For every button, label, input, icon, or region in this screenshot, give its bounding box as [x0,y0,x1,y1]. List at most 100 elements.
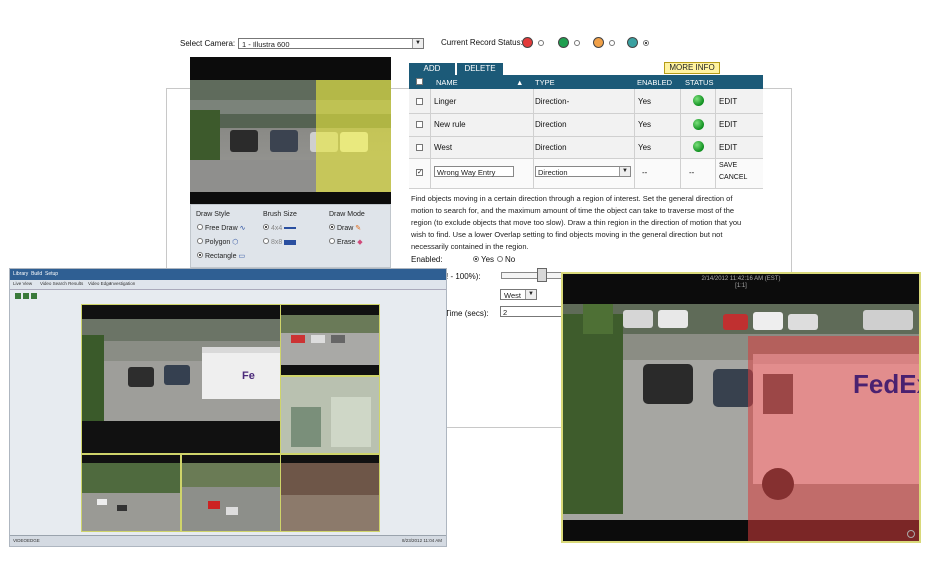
record-status-radio-4[interactable] [643,40,649,46]
rule-type: Direction [535,120,567,129]
more-info-button[interactable]: MORE INFO [664,62,720,74]
free-draw-radio[interactable] [197,224,203,230]
brush-8x8-radio[interactable] [263,238,269,244]
record-status-green-icon [558,37,569,48]
cancel-link[interactable]: CANCEL [719,174,747,181]
chevron-down-icon[interactable]: ▼ [619,167,630,176]
column-status[interactable]: STATUS [685,78,713,87]
camera-tile-5[interactable] [181,454,281,532]
draw-mode-title: Draw Mode [329,211,365,218]
draw-mode-draw[interactable]: Draw ✎ [329,224,361,232]
chevron-down-icon[interactable]: ▼ [412,39,423,48]
client-status-right: 8/23/2012 11:04 AM [402,538,442,543]
record-status-radio-2[interactable] [574,40,580,46]
enabled-no-radio[interactable] [497,256,503,262]
sort-ascending-icon[interactable]: ▲ [516,78,523,87]
add-rule-button[interactable]: ADD [409,63,455,75]
enabled-label: Enabled: [411,255,443,264]
column-divider [715,89,716,188]
column-divider [634,89,635,188]
camera-tile-2[interactable] [280,304,380,376]
zoomed-camera-view[interactable]: 2/14/2012 11:42:16 AM (EST) [1:1] FedEx [561,272,921,543]
rule-enabled: Yes [638,97,652,106]
zoomed-camera-image [563,304,919,541]
rule-name: West [434,143,453,152]
record-status-orange-icon [593,37,604,48]
row-checkbox-checked[interactable]: ✓ [416,169,423,176]
draw-style-rectangle[interactable]: Rectangle ▭ [197,252,245,260]
record-status-radio-3[interactable] [609,40,615,46]
client-menu[interactable]: Library Build Setup [13,271,58,277]
brush-4x4-radio[interactable] [263,224,269,230]
truck-logo-text: FedEx [853,369,919,399]
polygon-icon: ⬡ [232,239,239,246]
freehand-icon: ∿ [239,225,246,232]
draw-style-free-draw[interactable]: Free Draw ∿ [197,224,245,232]
camera-tile-main[interactable]: Fe [81,304,281,454]
edit-link[interactable]: EDIT [719,143,737,152]
camera-preview[interactable] [190,57,391,204]
record-status-radio-1[interactable] [538,40,544,46]
save-link[interactable]: SAVE [719,162,737,169]
column-type[interactable]: TYPE [535,78,555,87]
rule-name: New rule [434,120,466,129]
rule-type: Direction [535,143,567,152]
overlap-slider-handle[interactable] [537,268,547,282]
overlap-slider[interactable] [501,272,563,279]
thick-brush-icon [284,239,297,245]
client-title-bar: Library Build Setup [10,269,446,280]
row-checkbox[interactable] [416,121,423,128]
status-ok-icon [693,119,704,130]
time-input[interactable]: 2 [500,306,562,317]
rule-name-input[interactable]: Wrong Way Entry [434,166,514,177]
draw-style-polygon[interactable]: Polygon ⬡ [197,238,238,246]
rule-type-select[interactable]: Direction ▼ [535,166,631,177]
chevron-down-icon[interactable]: ▼ [525,290,536,299]
brush-4x4-label: 4x4 [270,225,283,232]
table-row[interactable]: Linger Direction- Yes EDIT [409,89,763,114]
layout-icon[interactable] [23,293,29,299]
client-tab-investigation[interactable]: Investigation [110,281,135,286]
rectangle-radio[interactable] [197,252,203,258]
camera-tile-6[interactable] [280,454,380,532]
table-row-editing[interactable]: ✓ Wrong Way Entry Direction ▼ -- -- SAVE… [409,159,763,189]
camera-select-value: 1 - Illustra 600 [242,40,290,49]
camera-tile-3[interactable] [280,376,380,454]
client-tab-live-view[interactable]: Live View [13,281,32,286]
brush-size-4x4[interactable]: 4x4 [263,224,297,232]
draw-label: Draw [336,225,354,232]
edit-link[interactable]: EDIT [719,120,737,129]
draw-radio[interactable] [329,224,335,230]
delete-rule-button[interactable]: DELETE [457,63,503,75]
camera-tile-4[interactable] [81,454,181,532]
row-checkbox[interactable] [416,144,423,151]
rule-description: Find objects moving in a certain directi… [411,194,742,251]
table-row[interactable]: West Direction Yes EDIT [409,137,763,159]
camera-select[interactable]: 1 - Illustra 600 ▼ [238,38,424,49]
draw-mode-erase[interactable]: Erase ◆ [329,238,363,246]
client-tab-bar: Live View Video Search Results Video Edg… [10,280,446,290]
column-enabled[interactable]: ENABLED [637,78,672,87]
enabled-yes-label: Yes [481,255,495,264]
region-of-interest-overlay[interactable] [316,80,391,192]
table-row[interactable]: New rule Direction Yes EDIT [409,114,763,137]
draw-style-title: Draw Style [196,211,230,218]
camera-close-icon[interactable] [907,530,915,538]
enabled-yes-radio[interactable] [473,256,479,262]
brush-size-8x8[interactable]: 8x8 [263,238,297,246]
select-all-checkbox[interactable] [416,78,423,85]
polygon-label: Polygon [204,239,231,246]
erase-radio[interactable] [329,238,335,244]
layout-icon[interactable] [15,293,21,299]
direction-select[interactable]: West ▼ [500,289,537,300]
rule-enabled: -- [642,168,648,177]
row-checkbox[interactable] [416,98,423,105]
status-ok-icon [693,95,704,106]
edit-link[interactable]: EDIT [719,97,737,106]
client-tab-video-edge[interactable]: Video Edge [88,281,111,286]
layout-icon[interactable] [31,293,37,299]
polygon-radio[interactable] [197,238,203,244]
rule-status: -- [689,168,695,177]
client-tab-search-results[interactable]: Video Search Results [40,281,83,286]
column-name[interactable]: NAME [436,78,458,87]
